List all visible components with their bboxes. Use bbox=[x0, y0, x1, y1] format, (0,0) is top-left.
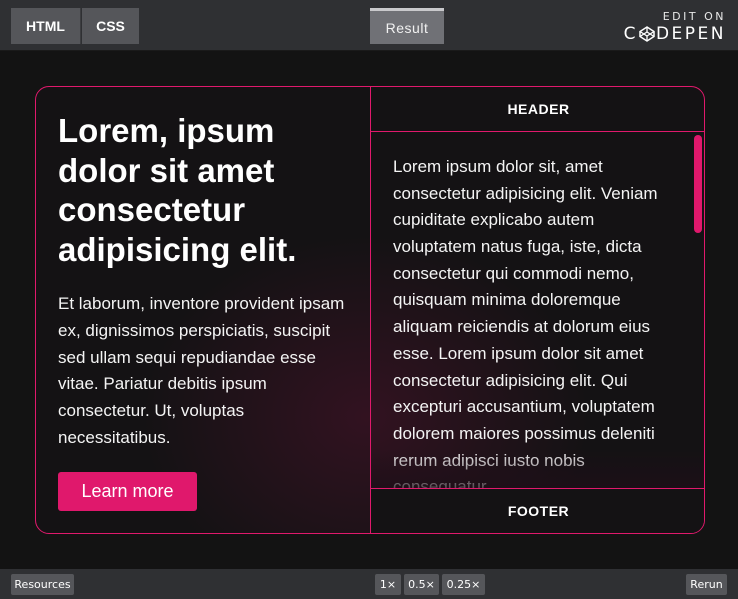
rerun-button[interactable]: Rerun bbox=[686, 574, 727, 595]
panel-scroll-area[interactable]: Lorem ipsum dolor sit, amet consectetur … bbox=[371, 132, 704, 489]
editor-footer-bar: Resources 1× 0.5× 0.25× Rerun bbox=[0, 569, 738, 599]
card-intro-panel: Lorem, ipsum dolor sit amet consectetur … bbox=[36, 87, 371, 533]
zoom-1x-button[interactable]: 1× bbox=[375, 574, 401, 595]
logo-suffix: DEPEN bbox=[655, 24, 726, 44]
tab-result[interactable]: Result bbox=[370, 8, 444, 44]
scrollbar-thumb[interactable] bbox=[694, 135, 702, 233]
editor-toolbar: HTML CSS Result EDIT ON C DEPEN bbox=[0, 0, 738, 51]
resources-button[interactable]: Resources bbox=[11, 574, 74, 595]
card-scroll-panel: HEADER Lorem ipsum dolor sit, amet conse… bbox=[371, 87, 704, 533]
codepen-cube-icon bbox=[639, 26, 655, 42]
panel-header: HEADER bbox=[371, 87, 704, 132]
tab-html[interactable]: HTML bbox=[11, 8, 81, 44]
panel-scroll-text: Lorem ipsum dolor sit, amet consectetur … bbox=[393, 157, 658, 489]
logo-prefix: C bbox=[623, 24, 638, 44]
card-body-text: Et laborum, inventore provident ipsam ex… bbox=[58, 294, 345, 447]
zoom-0.25x-button[interactable]: 0.25× bbox=[442, 574, 485, 595]
edit-on-codepen-link[interactable]: EDIT ON C DEPEN bbox=[624, 10, 726, 44]
learn-more-button[interactable]: Learn more bbox=[58, 472, 197, 511]
tab-css[interactable]: CSS bbox=[82, 8, 139, 44]
edit-on-label: EDIT ON bbox=[662, 10, 726, 23]
result-card: Lorem, ipsum dolor sit amet consectetur … bbox=[35, 86, 705, 534]
panel-footer: FOOTER bbox=[371, 488, 704, 533]
card-heading: Lorem, ipsum dolor sit amet consectetur … bbox=[58, 112, 297, 268]
zoom-0.5x-button[interactable]: 0.5× bbox=[404, 574, 439, 595]
codepen-logo: C DEPEN bbox=[624, 24, 726, 44]
scroll-fade-overlay bbox=[371, 449, 704, 489]
